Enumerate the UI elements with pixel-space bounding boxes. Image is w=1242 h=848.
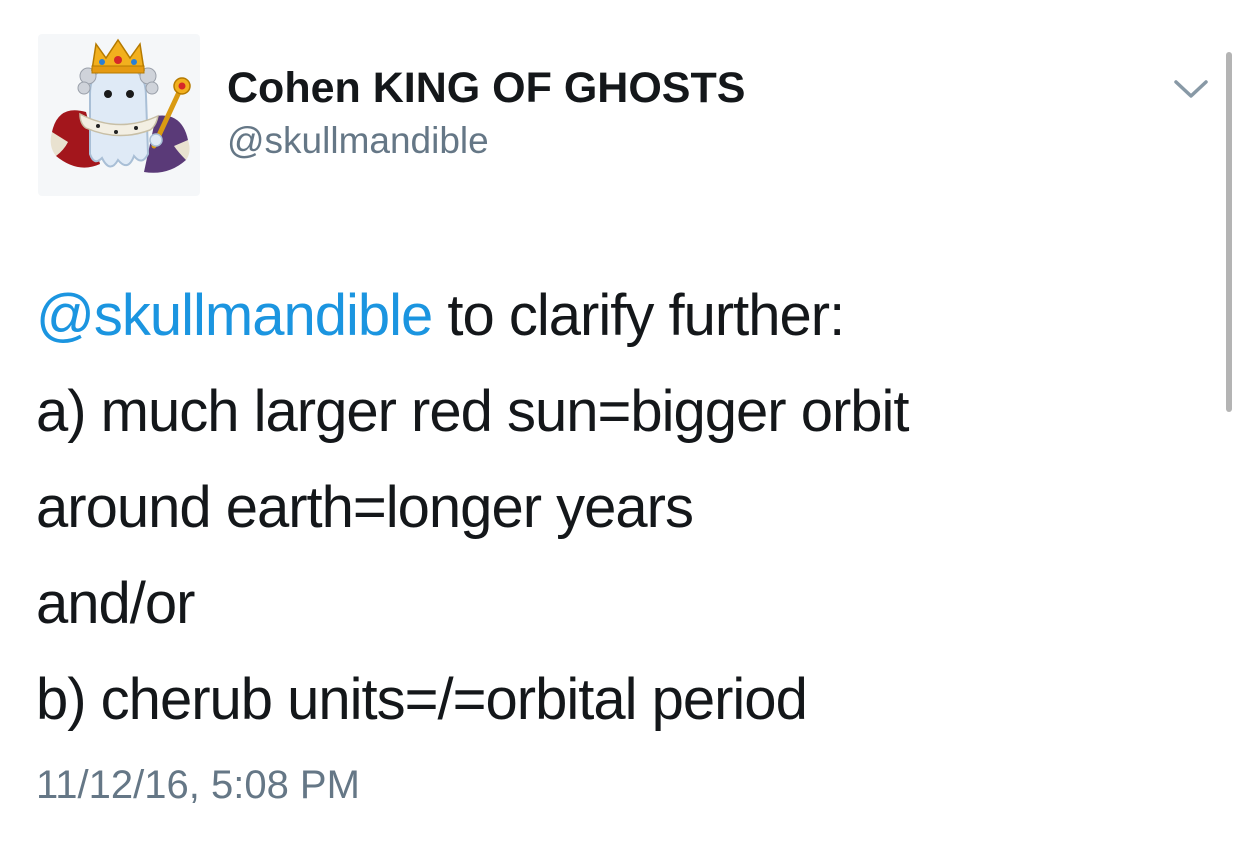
tweet: Cohen KING OF GHOSTS @skullmandible @sku… xyxy=(0,0,1242,848)
tweet-line-text: to clarify further: xyxy=(432,283,845,348)
tweet-options-button[interactable] xyxy=(1172,74,1210,104)
tweet-line: @skullmandible to clarify further: xyxy=(36,268,1186,364)
chevron-down-icon xyxy=(1174,80,1208,98)
tweet-line: and/or xyxy=(36,571,195,636)
avatar[interactable] xyxy=(38,34,200,196)
author-handle[interactable]: @skullmandible xyxy=(227,120,489,162)
crowned-ghost-avatar-icon xyxy=(50,38,191,173)
tweet-line: around earth=longer years xyxy=(36,475,694,540)
tweet-timestamp[interactable]: 11/12/16, 5:08 PM xyxy=(36,762,360,808)
mention-link[interactable]: @skullmandible xyxy=(36,283,433,348)
scrollbar[interactable] xyxy=(1226,52,1232,412)
author-display-name[interactable]: Cohen KING OF GHOSTS xyxy=(227,64,745,112)
tweet-line: a) much larger red sun=bigger orbit xyxy=(36,379,910,444)
tweet-text: @skullmandible to clarify further: a) mu… xyxy=(36,268,1186,748)
tweet-line: b) cherub units=/=orbital period xyxy=(36,667,808,732)
